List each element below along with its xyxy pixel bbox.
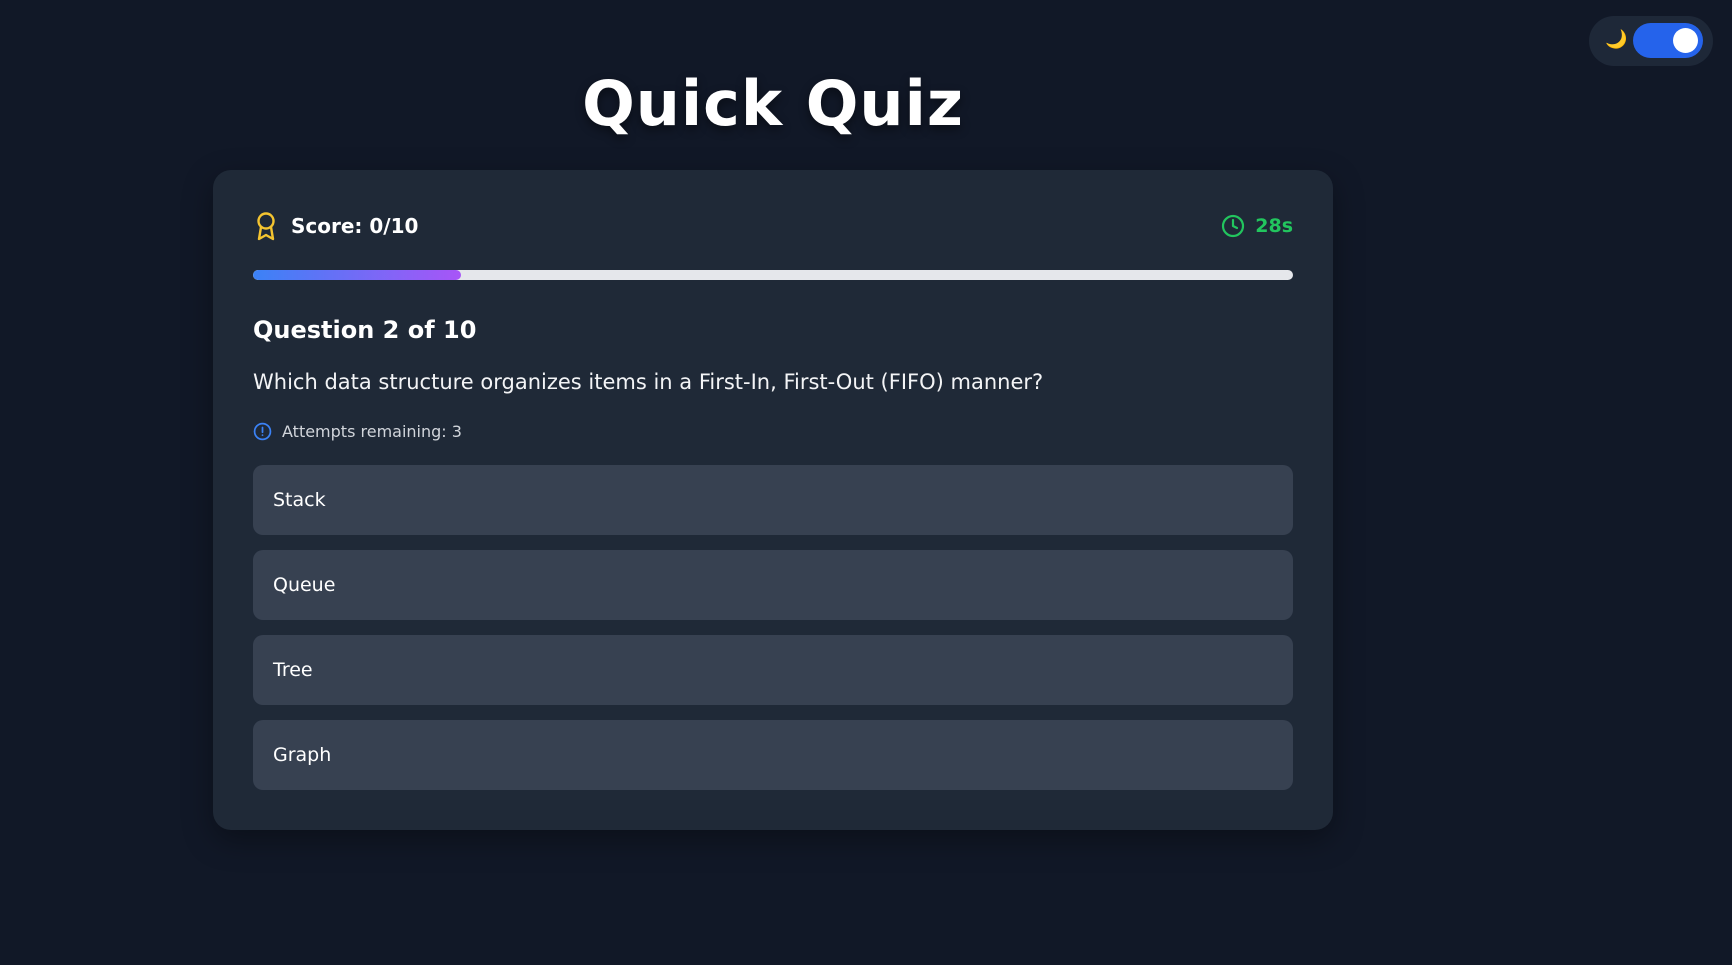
question-text: Which data structure organizes items in …: [253, 370, 1044, 394]
progress-bar: [253, 270, 1293, 280]
alert-circle-icon: [253, 422, 272, 441]
page-title: Quick Quiz: [582, 67, 964, 140]
dark-mode-switch[interactable]: [1633, 23, 1703, 58]
score-label: Score: 0/10: [291, 214, 419, 238]
theme-toggle: 🌙: [1589, 16, 1713, 66]
moon-icon: 🌙: [1605, 29, 1628, 50]
score-display: Score: 0/10: [253, 210, 418, 242]
timer-display: 28s: [1221, 210, 1293, 242]
attempts-label: Attempts remaining: 3: [282, 422, 462, 441]
question-number: Question 2 of 10: [253, 316, 477, 344]
answer-option-queue[interactable]: Queue: [253, 550, 1293, 620]
switch-knob: [1673, 28, 1698, 53]
award-icon: [253, 211, 279, 241]
timer-label: 28s: [1255, 215, 1293, 237]
quiz-card: Score: 0/10 28s Question 2 of 10 Which d…: [213, 170, 1333, 830]
answer-option-tree[interactable]: Tree: [253, 635, 1293, 705]
attempts-indicator: Attempts remaining: 3: [253, 422, 462, 441]
progress-fill: [253, 270, 461, 280]
clock-icon: [1221, 214, 1245, 238]
answer-options: Stack Queue Tree Graph: [253, 465, 1293, 805]
answer-option-graph[interactable]: Graph: [253, 720, 1293, 790]
answer-option-stack[interactable]: Stack: [253, 465, 1293, 535]
